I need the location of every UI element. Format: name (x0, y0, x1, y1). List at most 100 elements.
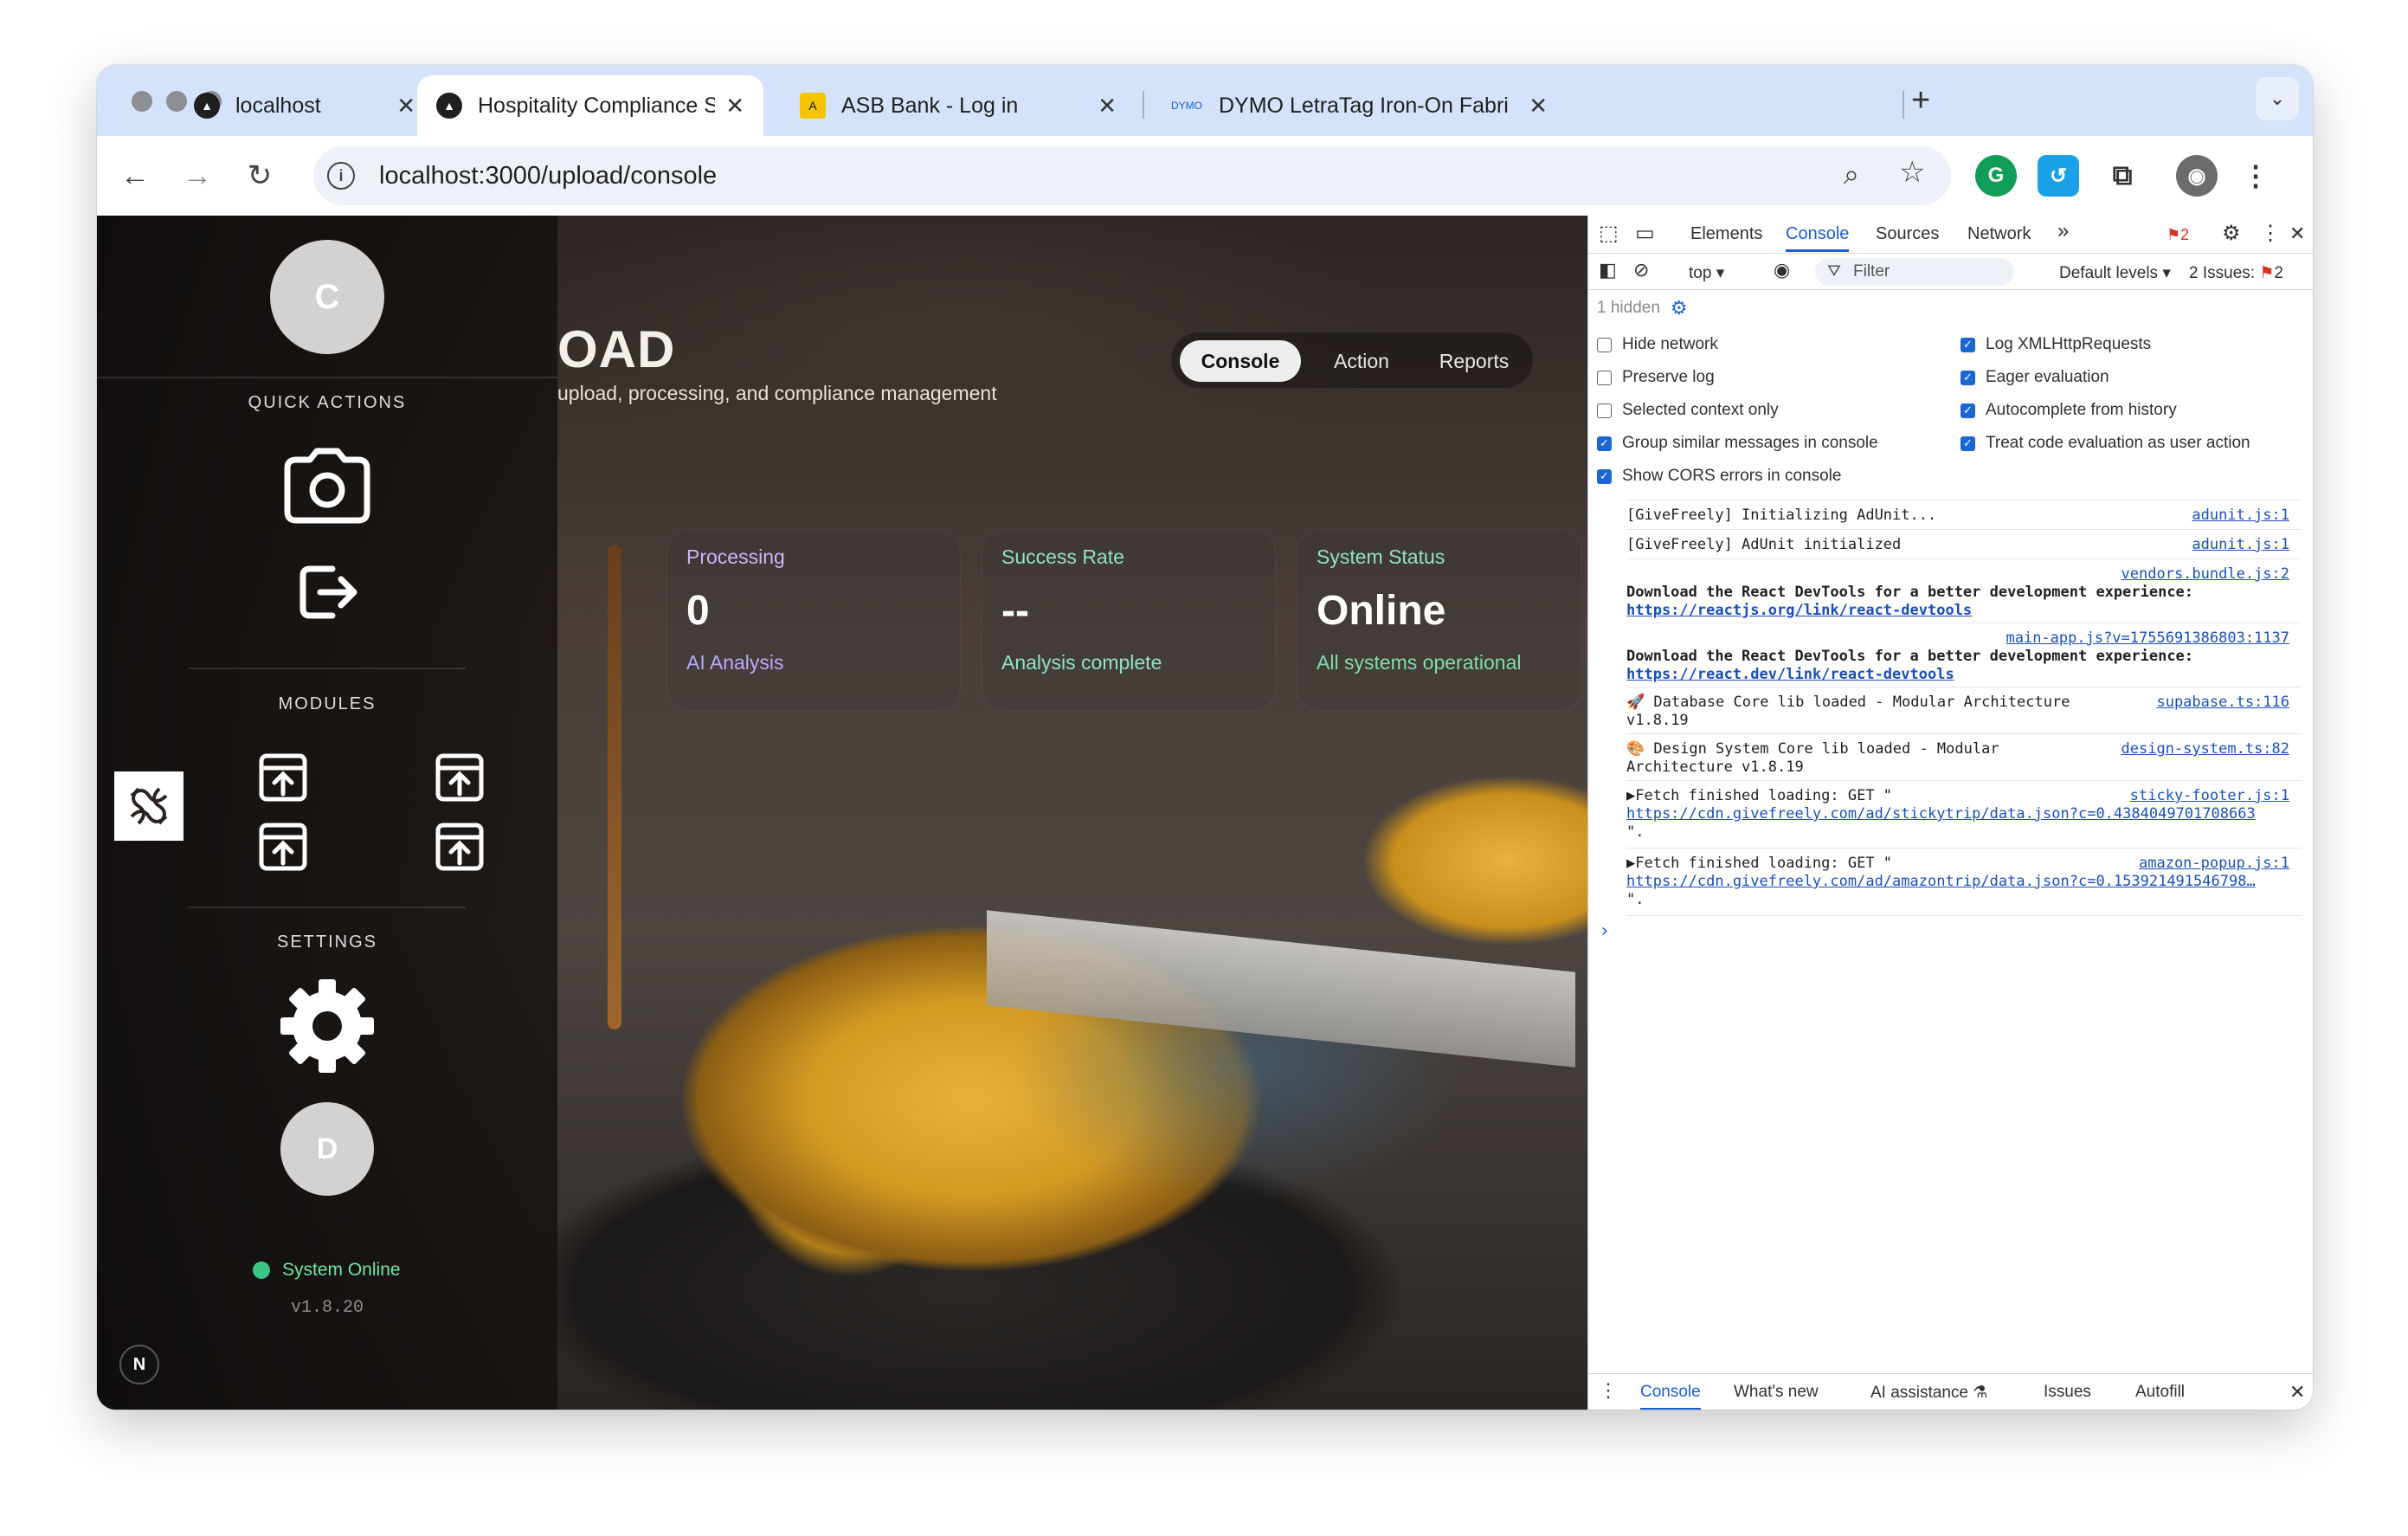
checkbox[interactable]: ✓ (1961, 403, 1975, 418)
camera-icon[interactable] (284, 448, 370, 524)
console-prompt[interactable]: › (1599, 922, 2274, 941)
message-link[interactable]: https://reactjs.org/link/react-devtools (1626, 602, 1972, 619)
context-selector[interactable]: top ▾ (1689, 263, 1724, 283)
option-label: Preserve log (1622, 368, 1715, 386)
message-source-link[interactable]: adunit.js:1 (2192, 536, 2289, 554)
modules-puzzle-icon[interactable] (113, 770, 185, 842)
console-settings-gear-icon[interactable]: ⚙ (1671, 297, 1688, 319)
devtools-tab-console[interactable]: Console (1786, 224, 1850, 252)
option-hide-network[interactable]: Hide network (1597, 335, 1718, 354)
log-levels-dropdown[interactable]: Default levels ▾ (2059, 263, 2171, 283)
option-group-similar[interactable]: ✓ Group similar messages in console (1597, 434, 1878, 453)
upload-module-icon[interactable] (435, 822, 485, 872)
message-link[interactable]: https://cdn.givefreely.com/ad/amazontrip… (1626, 873, 2302, 891)
drawer-tab-console[interactable]: Console (1640, 1383, 1701, 1410)
tab-reports[interactable]: Reports (1422, 340, 1526, 382)
upload-module-icon[interactable] (258, 752, 308, 803)
console-filter-input[interactable]: ⛛ Filter (1815, 258, 2014, 286)
more-tabs-icon[interactable]: » (2057, 219, 2069, 243)
back-button[interactable]: ← (113, 153, 158, 198)
issues-counter[interactable]: 2 Issues: ⚑2 (2189, 263, 2283, 283)
user-avatar[interactable]: C (270, 240, 384, 354)
inspect-element-icon[interactable]: ⬚ (1599, 221, 1619, 246)
option-preserve-log[interactable]: Preserve log (1597, 368, 1715, 387)
tab-localhost[interactable]: ▲ localhost ✕ (175, 75, 435, 136)
extensions-puzzle-icon[interactable]: ⧉ (2102, 155, 2143, 197)
checkbox[interactable]: ✓ (1597, 436, 1612, 451)
message-source-link[interactable]: sticky-footer.js:1 (2130, 787, 2289, 805)
checkbox[interactable]: ✓ (1961, 436, 1975, 451)
checkbox[interactable]: ✓ (1597, 468, 1612, 484)
sidebar-toggle-icon[interactable]: ◧ (1599, 259, 1617, 281)
console-message[interactable]: ▶Fetch finished loading: GET " https://c… (1626, 855, 2302, 913)
tab-search-button[interactable]: ⌄ (2256, 77, 2299, 120)
option-show-cors-errors[interactable]: ✓ Show CORS errors in console (1597, 467, 1841, 486)
message-source-link[interactable]: vendors.bundle.js:2 (2121, 565, 2289, 584)
option-treat-code-evaluation[interactable]: ✓ Treat code evaluation as user action (1961, 434, 2250, 453)
close-devtools-icon[interactable]: ✕ (2289, 223, 2305, 245)
devtools-tab-network[interactable]: Network (1967, 224, 2031, 244)
nextjs-dev-badge[interactable]: N (119, 1345, 159, 1384)
close-tab-icon[interactable]: ✕ (1529, 93, 1548, 119)
url-text[interactable]: localhost:3000/upload/console (379, 162, 717, 190)
upload-module-icon[interactable] (435, 752, 485, 803)
drawer-tab-ai-assistance[interactable]: AI assistance ⚗ (1870, 1383, 1987, 1403)
devtools-settings-icon[interactable]: ⚙ (2222, 221, 2241, 246)
tab-dymo[interactable]: DYMO DYMO LetraTag Iron-On Fabri ✕ (1151, 75, 1567, 136)
checkbox[interactable] (1597, 337, 1612, 352)
close-window-button[interactable] (132, 91, 152, 112)
drawer-menu-icon[interactable]: ⋮ (1599, 1379, 1618, 1402)
tab-console[interactable]: Console (1180, 340, 1301, 382)
message-source-link[interactable]: main-app.js?v=1755691386803:1137 (2006, 629, 2289, 648)
drawer-tab-issues[interactable]: Issues (2044, 1383, 2091, 1402)
close-tab-icon[interactable]: ✕ (396, 93, 415, 119)
new-tab-button[interactable]: + (1911, 82, 1930, 119)
devtools-menu-icon[interactable]: ⋮ (2260, 221, 2281, 246)
flask-icon: ⚗ (1973, 1384, 1988, 1402)
drawer-tab-whats-new[interactable]: What's new (1734, 1383, 1819, 1402)
devtools-tab-elements[interactable]: Elements (1690, 224, 1762, 244)
profile-avatar[interactable]: ◉ (2176, 155, 2218, 197)
address-bar[interactable]: i localhost:3000/upload/console ⌕ ☆ (313, 146, 1951, 205)
checkbox[interactable] (1597, 370, 1612, 385)
user-avatar-secondary[interactable]: D (280, 1102, 374, 1196)
message-source-link[interactable]: amazon-popup.js:1 (2139, 855, 2289, 873)
checkbox[interactable]: ✓ (1961, 337, 1975, 352)
browser-menu-icon[interactable]: ⋮ (2235, 155, 2276, 197)
message-source-link[interactable]: adunit.js:1 (2192, 507, 2289, 525)
message-source-link[interactable]: design-system.ts:82 (2121, 740, 2289, 758)
upload-module-icon[interactable] (258, 822, 308, 872)
reload-button[interactable]: ↻ (237, 153, 282, 198)
tab-hospitality-compliance[interactable]: ▲ Hospitality Compliance SaaS ✕ (417, 75, 763, 136)
issues-flag-icon: ⚑ (2259, 264, 2275, 282)
settings-gear-icon[interactable] (279, 978, 376, 1075)
message-link[interactable]: https://cdn.givefreely.com/ad/stickytrip… (1626, 805, 2302, 823)
message-source-link[interactable]: supabase.ts:116 (2156, 694, 2289, 712)
error-count-badge[interactable]: ⚑2 (2167, 226, 2189, 244)
tab-action[interactable]: Action (1310, 340, 1413, 382)
tab-asb-bank[interactable]: A ASB Bank - Log in ✕ (781, 75, 1136, 136)
device-toolbar-icon[interactable]: ▭ (1635, 221, 1655, 246)
console-message[interactable]: ▶Fetch finished loading: GET " https://c… (1626, 787, 2302, 846)
option-log-xhr[interactable]: ✓ Log XMLHttpRequests (1961, 335, 2151, 354)
site-info-icon[interactable]: i (327, 162, 355, 190)
close-tab-icon[interactable]: ✕ (1098, 93, 1117, 119)
close-tab-icon[interactable]: ✕ (725, 93, 744, 119)
logout-icon[interactable] (298, 562, 360, 623)
close-drawer-icon[interactable]: ✕ (2289, 1381, 2305, 1404)
extension-icon[interactable]: ↺ (2038, 155, 2079, 197)
option-selected-context-only[interactable]: Selected context only (1597, 401, 1779, 420)
forward-button[interactable]: → (175, 153, 220, 198)
option-autocomplete-history[interactable]: ✓ Autocomplete from history (1961, 401, 2177, 420)
clear-console-icon[interactable]: ⊘ (1633, 259, 1649, 281)
checkbox[interactable] (1597, 403, 1612, 418)
drawer-tab-autofill[interactable]: Autofill (2135, 1383, 2185, 1402)
grammarly-extension-icon[interactable]: G (1975, 155, 2017, 197)
devtools-tab-sources[interactable]: Sources (1876, 224, 1939, 244)
option-eager-evaluation[interactable]: ✓ Eager evaluation (1961, 368, 2109, 387)
bookmark-star-icon[interactable]: ☆ (1899, 155, 1925, 190)
message-link[interactable]: https://react.dev/link/react-devtools (1626, 666, 1954, 683)
zoom-icon[interactable]: ⌕ (1844, 158, 1859, 191)
live-expression-eye-icon[interactable]: ◉ (1774, 259, 1790, 281)
checkbox[interactable]: ✓ (1961, 370, 1975, 385)
